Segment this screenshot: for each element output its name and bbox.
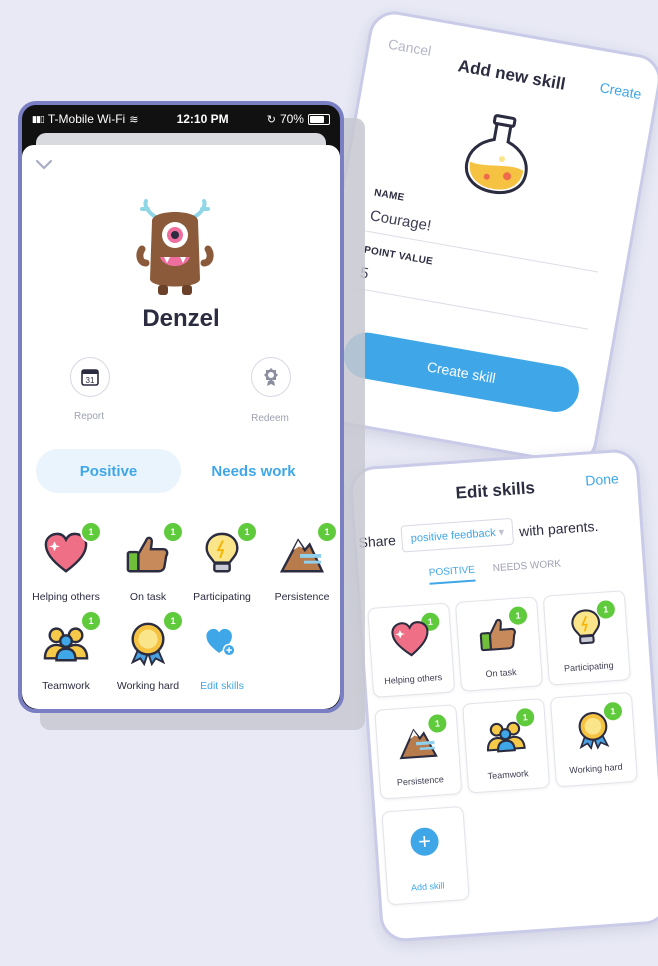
skill-name: On task	[485, 666, 517, 680]
skill-persistence[interactable]: 1 Persistence	[258, 521, 340, 605]
student-sheet: Denzel 31 Report Redeem Positive Needs w…	[22, 145, 340, 709]
skill-type-tabs: POSITIVE NEEDS WORK	[428, 559, 561, 585]
status-time: 12:10 PM	[176, 112, 229, 126]
heart-icon	[389, 619, 432, 662]
positive-tab[interactable]: Positive	[36, 449, 181, 493]
plus-icon: +	[409, 826, 440, 857]
skill-name: Persistence	[274, 591, 330, 603]
calendar-day: 31	[86, 376, 95, 385]
skill-card-helping-others[interactable]: 1 Helping others	[367, 602, 456, 698]
skill-name: Participating	[563, 660, 614, 674]
skill-card-teamwork[interactable]: 1 Teamwork	[462, 698, 551, 794]
share-suffix: with parents.	[518, 517, 599, 539]
wifi-icon: ≋	[129, 113, 139, 126]
heart-plus-icon	[205, 626, 239, 660]
battery-icon	[307, 113, 330, 125]
add-skill-label: Add skill	[410, 880, 445, 893]
needs-work-tab[interactable]: Needs work	[181, 449, 326, 493]
name-label: NAME	[373, 187, 406, 204]
skill-teamwork[interactable]: 1 Teamwork	[22, 610, 110, 694]
points-divider	[355, 287, 588, 330]
share-dropdown[interactable]: positive feedback ▾	[400, 517, 515, 553]
skill-badge: 1	[80, 610, 102, 632]
tab-needs-work[interactable]: NEEDS WORK	[492, 559, 561, 581]
skill-card-persistence[interactable]: 1 Persistence	[374, 704, 463, 800]
add-skill-card[interactable]: + Add skill	[381, 805, 470, 906]
done-button[interactable]: Done	[585, 470, 620, 488]
skill-name: Working hard	[568, 761, 623, 776]
rotation-lock-icon: ↻	[266, 113, 276, 126]
edit-skills-grid: 1 Helping others 1 On task 1 Participati…	[367, 589, 657, 906]
skill-helping-others[interactable]: 1 Helping others	[22, 521, 110, 605]
lightbulb-icon	[565, 607, 608, 650]
monster-avatar-icon	[136, 199, 214, 295]
edit-skills-screen: Edit skills Done Share positive feedback…	[348, 447, 658, 943]
redeem-label: Redeem	[251, 413, 289, 424]
report-label: Report	[73, 411, 104, 422]
thumbs-up-icon	[477, 613, 520, 656]
share-dropdown-value: positive feedback	[410, 527, 497, 545]
skill-card-working-hard[interactable]: 1 Working hard	[549, 691, 638, 788]
name-input[interactable]: Courage!	[369, 207, 433, 234]
phone-screen: ▮▮▯ T-Mobile Wi-Fi ≋ 12:10 PM ↻ 70% Denz…	[18, 101, 344, 713]
behavior-segmented-control: Positive Needs work	[36, 449, 326, 493]
student-name: Denzel	[142, 305, 220, 332]
signal-icon: ▮▮▯	[32, 113, 45, 124]
skill-name: Helping others	[383, 672, 443, 687]
create-skill-button[interactable]: Create skill	[340, 328, 583, 416]
point-value-label: POINT VALUE	[363, 244, 434, 268]
calendar-icon: 31	[81, 369, 99, 386]
chevron-down-icon[interactable]	[34, 157, 54, 173]
flask-icon[interactable]	[456, 109, 541, 200]
ribbon-icon	[264, 368, 278, 386]
skill-name: Teamwork	[487, 768, 529, 782]
skill-name: Persistence	[396, 774, 445, 788]
mountain-icon	[396, 721, 439, 764]
skill-card-participating[interactable]: 1 Participating	[542, 590, 631, 686]
battery-percent: 70%	[279, 112, 304, 126]
team-icon	[484, 714, 527, 757]
skill-badge: 1	[316, 521, 338, 543]
chevron-down-icon: ▾	[498, 526, 505, 539]
carrier-label: T-Mobile Wi-Fi	[47, 112, 126, 126]
edit-skills-button[interactable]: Edit skills	[178, 614, 266, 694]
skill-badge: 1	[236, 521, 258, 543]
skill-badge: 1	[80, 521, 102, 543]
add-skill-title: Add new skill	[456, 56, 567, 94]
status-bar: ▮▮▯ T-Mobile Wi-Fi ≋ 12:10 PM ↻ 70%	[22, 105, 340, 133]
report-button[interactable]: 31	[70, 357, 110, 397]
edit-skills-label: Edit skills	[200, 680, 244, 692]
redeem-button[interactable]	[251, 357, 291, 397]
share-row: Share positive feedback ▾ with parents.	[358, 512, 600, 556]
skill-card-on-task[interactable]: 1 On task	[454, 596, 544, 692]
medal-icon	[572, 708, 615, 751]
tab-positive[interactable]: POSITIVE	[428, 564, 476, 585]
